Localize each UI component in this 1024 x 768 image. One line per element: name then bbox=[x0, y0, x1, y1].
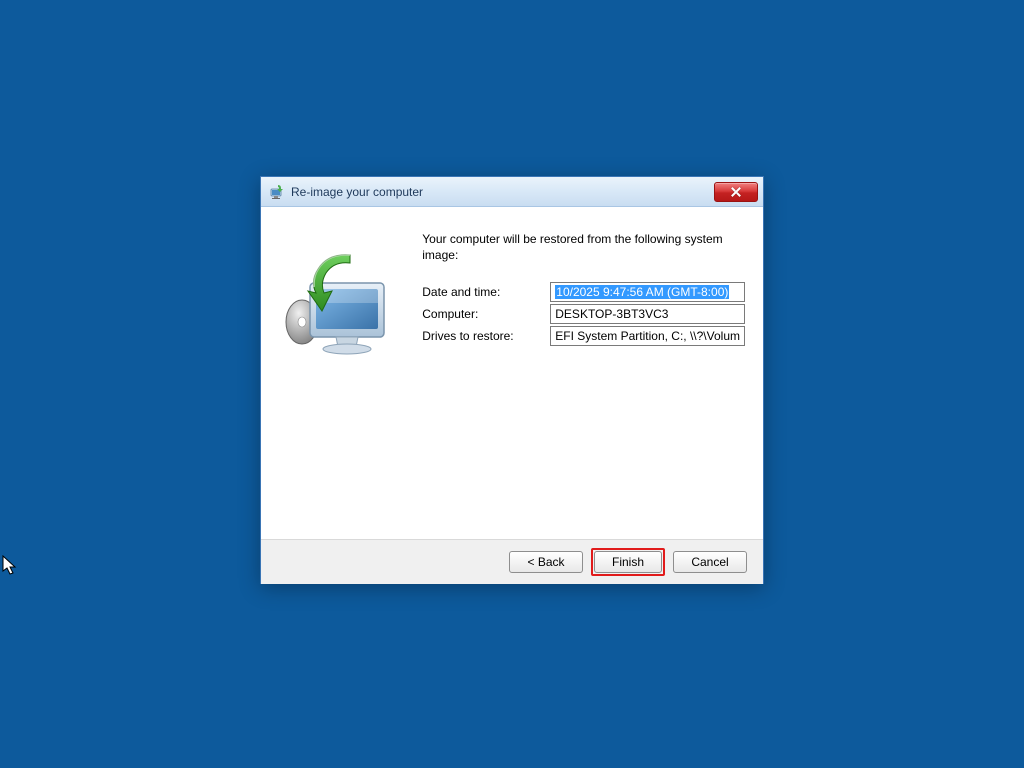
cancel-button[interactable]: Cancel bbox=[673, 551, 747, 573]
row-computer: Computer: DESKTOP-3BT3VC3 bbox=[422, 303, 745, 325]
value-drives[interactable]: EFI System Partition, C:, \\?\Volum bbox=[550, 326, 745, 346]
row-datetime: Date and time: 10/2025 9:47:56 AM (GMT-8… bbox=[422, 281, 745, 303]
mouse-cursor-icon bbox=[2, 555, 20, 577]
label-drives: Drives to restore: bbox=[422, 329, 550, 343]
close-button[interactable] bbox=[714, 182, 758, 202]
value-computer[interactable]: DESKTOP-3BT3VC3 bbox=[550, 304, 745, 324]
label-computer: Computer: bbox=[422, 307, 550, 321]
info-pane: Your computer will be restored from the … bbox=[418, 207, 763, 539]
wizard-graphic-pane bbox=[261, 207, 418, 539]
reimage-dialog: Re-image your computer bbox=[260, 176, 764, 584]
back-button[interactable]: < Back bbox=[509, 551, 583, 573]
dialog-content: Your computer will be restored from the … bbox=[261, 207, 763, 539]
close-icon bbox=[731, 187, 741, 197]
restore-monitor-icon bbox=[280, 247, 400, 367]
app-icon bbox=[269, 184, 285, 200]
intro-text: Your computer will be restored from the … bbox=[422, 231, 745, 263]
titlebar[interactable]: Re-image your computer bbox=[261, 177, 763, 207]
finish-highlight: Finish bbox=[591, 548, 665, 576]
button-bar: < Back Finish Cancel bbox=[261, 539, 763, 584]
label-datetime: Date and time: bbox=[422, 285, 550, 299]
value-datetime[interactable]: 10/2025 9:47:56 AM (GMT-8:00) bbox=[550, 282, 745, 302]
finish-button[interactable]: Finish bbox=[594, 551, 662, 573]
dialog-title: Re-image your computer bbox=[291, 185, 714, 199]
info-table: Date and time: 10/2025 9:47:56 AM (GMT-8… bbox=[422, 281, 745, 347]
row-drives: Drives to restore: EFI System Partition,… bbox=[422, 325, 745, 347]
